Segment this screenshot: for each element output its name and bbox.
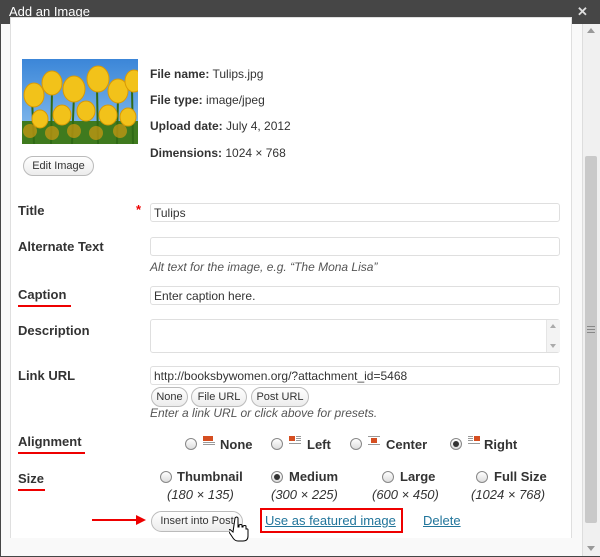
align-center-icon (368, 436, 380, 445)
link-post-url-button[interactable]: Post URL (251, 387, 309, 407)
scroll-down-arrow-icon[interactable] (587, 546, 595, 551)
title-label: Title (18, 203, 45, 218)
file-type-row: File type: image/jpeg (150, 93, 265, 107)
description-label: Description (18, 323, 90, 338)
alignment-label: Alignment (18, 434, 82, 449)
upload-date-row: Upload date: July 4, 2012 (150, 119, 291, 133)
align-none-label[interactable]: None (220, 437, 253, 452)
align-right-label[interactable]: Right (484, 437, 517, 452)
size-annotation-underline (18, 489, 45, 491)
hand-cursor-icon (229, 516, 249, 542)
align-center-label[interactable]: Center (386, 437, 427, 452)
size-full-dims: (1024 × 768) (471, 487, 546, 502)
close-icon[interactable]: ✕ (576, 5, 589, 18)
size-full-label[interactable]: Full Size (494, 469, 547, 484)
required-marker: * (136, 202, 142, 217)
scrollbar-grip-icon (587, 326, 595, 327)
align-left-icon (289, 436, 301, 444)
link-url-help: Enter a link URL or click above for pres… (150, 406, 378, 420)
align-left-radio[interactable] (271, 438, 283, 450)
caption-input[interactable]: Enter caption here. (150, 286, 560, 305)
title-input[interactable]: Tulips (150, 203, 560, 222)
description-textarea[interactable] (150, 319, 560, 353)
size-medium-dims: (300 × 225) (271, 487, 338, 502)
dimensions-row: Dimensions: 1024 × 768 (150, 146, 286, 160)
align-none-icon (203, 436, 215, 445)
link-none-button[interactable]: None (151, 387, 188, 407)
delete-link[interactable]: Delete (423, 513, 461, 528)
edit-image-button[interactable]: Edit Image (23, 156, 94, 176)
size-medium-radio[interactable] (271, 471, 283, 483)
align-none-radio[interactable] (185, 438, 197, 450)
textarea-scrollbar[interactable] (546, 320, 560, 352)
size-large-label[interactable]: Large (400, 469, 435, 484)
align-right-radio[interactable] (450, 438, 462, 450)
size-full-radio[interactable] (476, 471, 488, 483)
size-label: Size (18, 471, 45, 486)
size-thumbnail-radio[interactable] (160, 471, 172, 483)
size-thumbnail-label[interactable]: Thumbnail (177, 469, 243, 484)
caption-annotation-underline (18, 305, 71, 307)
use-as-featured-image-link[interactable]: Use as featured image (265, 513, 396, 528)
size-medium-label[interactable]: Medium (289, 469, 338, 484)
link-url-input[interactable]: http://booksbywomen.org/?attachment_id=5… (150, 366, 560, 385)
scroll-up-arrow-icon[interactable] (587, 28, 595, 33)
alt-text-input[interactable] (150, 237, 560, 256)
textarea-down-icon[interactable] (550, 344, 556, 348)
link-file-url-button[interactable]: File URL (191, 387, 247, 407)
size-large-dims: (600 × 450) (372, 487, 439, 502)
size-large-radio[interactable] (382, 471, 394, 483)
dialog-scrollbar[interactable] (582, 24, 600, 556)
image-thumbnail (22, 59, 138, 144)
size-thumbnail-dims: (180 × 135) (167, 487, 234, 502)
scrollbar-thumb[interactable] (585, 156, 597, 523)
align-center-radio[interactable] (350, 438, 362, 450)
align-right-icon (468, 436, 480, 444)
alt-text-label: Alternate Text (18, 239, 104, 254)
textarea-up-icon[interactable] (550, 324, 556, 328)
red-arrow-icon (92, 515, 146, 525)
alignment-annotation-underline (18, 452, 85, 454)
caption-label: Caption (18, 287, 67, 302)
alt-text-help: Alt text for the image, e.g. “The Mona L… (150, 260, 378, 274)
align-left-label[interactable]: Left (307, 437, 331, 452)
file-name-row: File name: Tulips.jpg (150, 67, 264, 81)
link-url-label: Link URL (18, 368, 76, 383)
